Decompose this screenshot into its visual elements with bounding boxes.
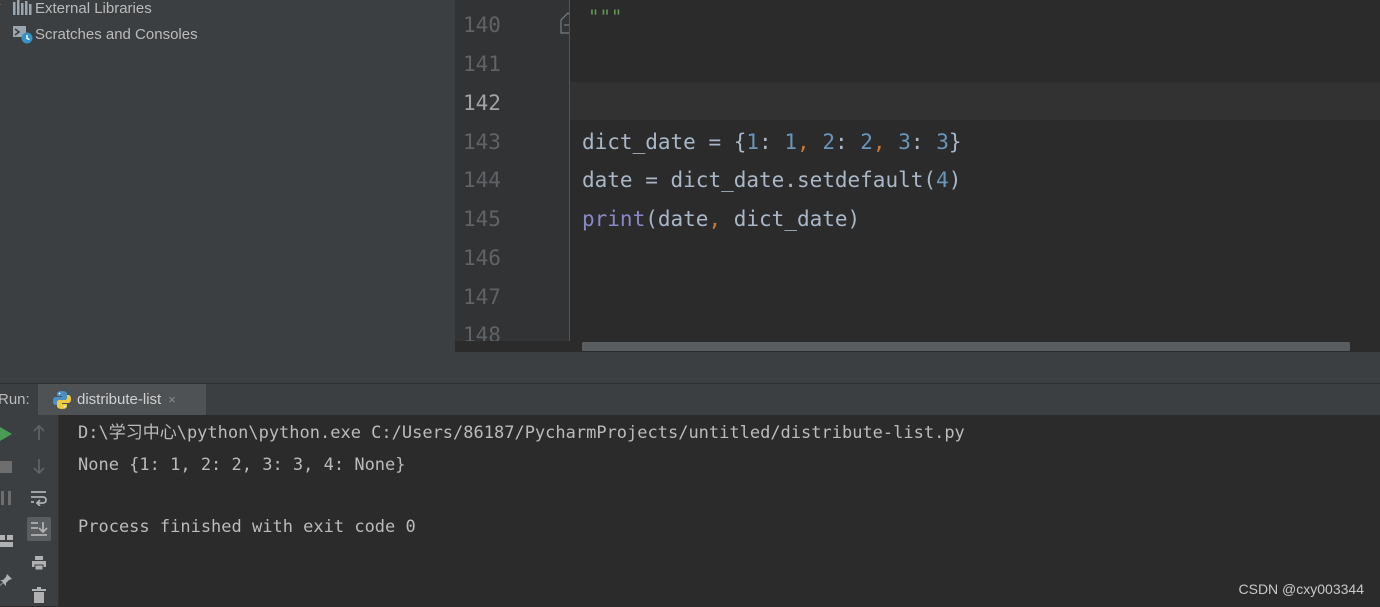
code-line-143: dict_date = {1: 1, 2: 2, 3: 3} [582, 130, 962, 154]
watermark: CSDN @cxy003344 [1238, 581, 1365, 597]
project-tree-panel: ▸ External Libraries Scratches and Conso… [0, 0, 455, 383]
tree-item-label: Scratches and Consoles [35, 25, 198, 43]
layout-icon[interactable] [0, 529, 18, 553]
horizontal-scrollbar-thumb[interactable] [582, 342, 1350, 351]
code-line-145: print(date, dict_date) [582, 207, 861, 231]
line-number: 144 [463, 168, 501, 192]
trash-icon[interactable] [27, 583, 51, 607]
line-number-current: 142 [463, 91, 501, 115]
code-editor[interactable]: """ dict_date = {1: 1, 2: 2, 3: 3} date … [570, 0, 1380, 352]
scroll-down-icon[interactable] [27, 454, 51, 478]
run-toolbar-secondary [20, 415, 59, 606]
current-line-highlight [570, 82, 1380, 120]
python-icon [52, 390, 72, 410]
line-number: 145 [463, 207, 501, 231]
tree-item-label: External Libraries [35, 0, 152, 17]
run-label: Run: [0, 391, 30, 408]
code-line-144: date = dict_date.setdefault(4) [582, 168, 962, 192]
rerun-play-icon[interactable] [0, 422, 18, 446]
horizontal-scrollbar[interactable] [455, 341, 1380, 352]
code-line-140: """ [588, 6, 623, 28]
editor-gutter: 140 141 142 143 144 145 146 147 148 [455, 0, 576, 352]
tree-item-scratches[interactable]: Scratches and Consoles [0, 22, 198, 46]
scroll-up-icon[interactable] [27, 421, 51, 445]
pin-icon[interactable] [0, 568, 18, 592]
close-tab-icon[interactable]: × [168, 392, 176, 407]
line-number: 141 [463, 52, 501, 76]
line-number: 143 [463, 130, 501, 154]
run-tab-label: distribute-list [77, 391, 162, 408]
print-icon[interactable] [27, 551, 51, 575]
console-line-command: D:\学习中心\python\python.exe C:/Users/86187… [78, 423, 965, 443]
editor-status-strip [455, 352, 1380, 383]
soft-wrap-icon[interactable] [27, 486, 51, 510]
library-icon [12, 0, 34, 18]
line-number: 146 [463, 246, 501, 270]
scratches-icon [12, 24, 34, 44]
tree-item-external-libraries[interactable]: ▸ External Libraries [0, 0, 152, 20]
scroll-to-end-icon[interactable] [27, 517, 51, 541]
line-number: 140 [463, 13, 501, 37]
run-tab-distribute-list[interactable]: distribute-list × [38, 384, 206, 415]
pause-icon[interactable] [0, 486, 18, 510]
run-toolbar-primary [0, 415, 20, 606]
console-line-output: None {1: 1, 2: 2, 3: 3, 4: None} [78, 455, 406, 475]
line-number: 147 [463, 285, 501, 309]
console-line-exit: Process finished with exit code 0 [78, 517, 416, 537]
run-tool-header: Run: distribute-list × [0, 383, 1380, 415]
chevron-right-icon[interactable]: ▸ [0, 0, 1, 10]
stop-icon[interactable] [0, 455, 18, 479]
run-console-output[interactable]: D:\学习中心\python\python.exe C:/Users/86187… [59, 415, 1380, 606]
